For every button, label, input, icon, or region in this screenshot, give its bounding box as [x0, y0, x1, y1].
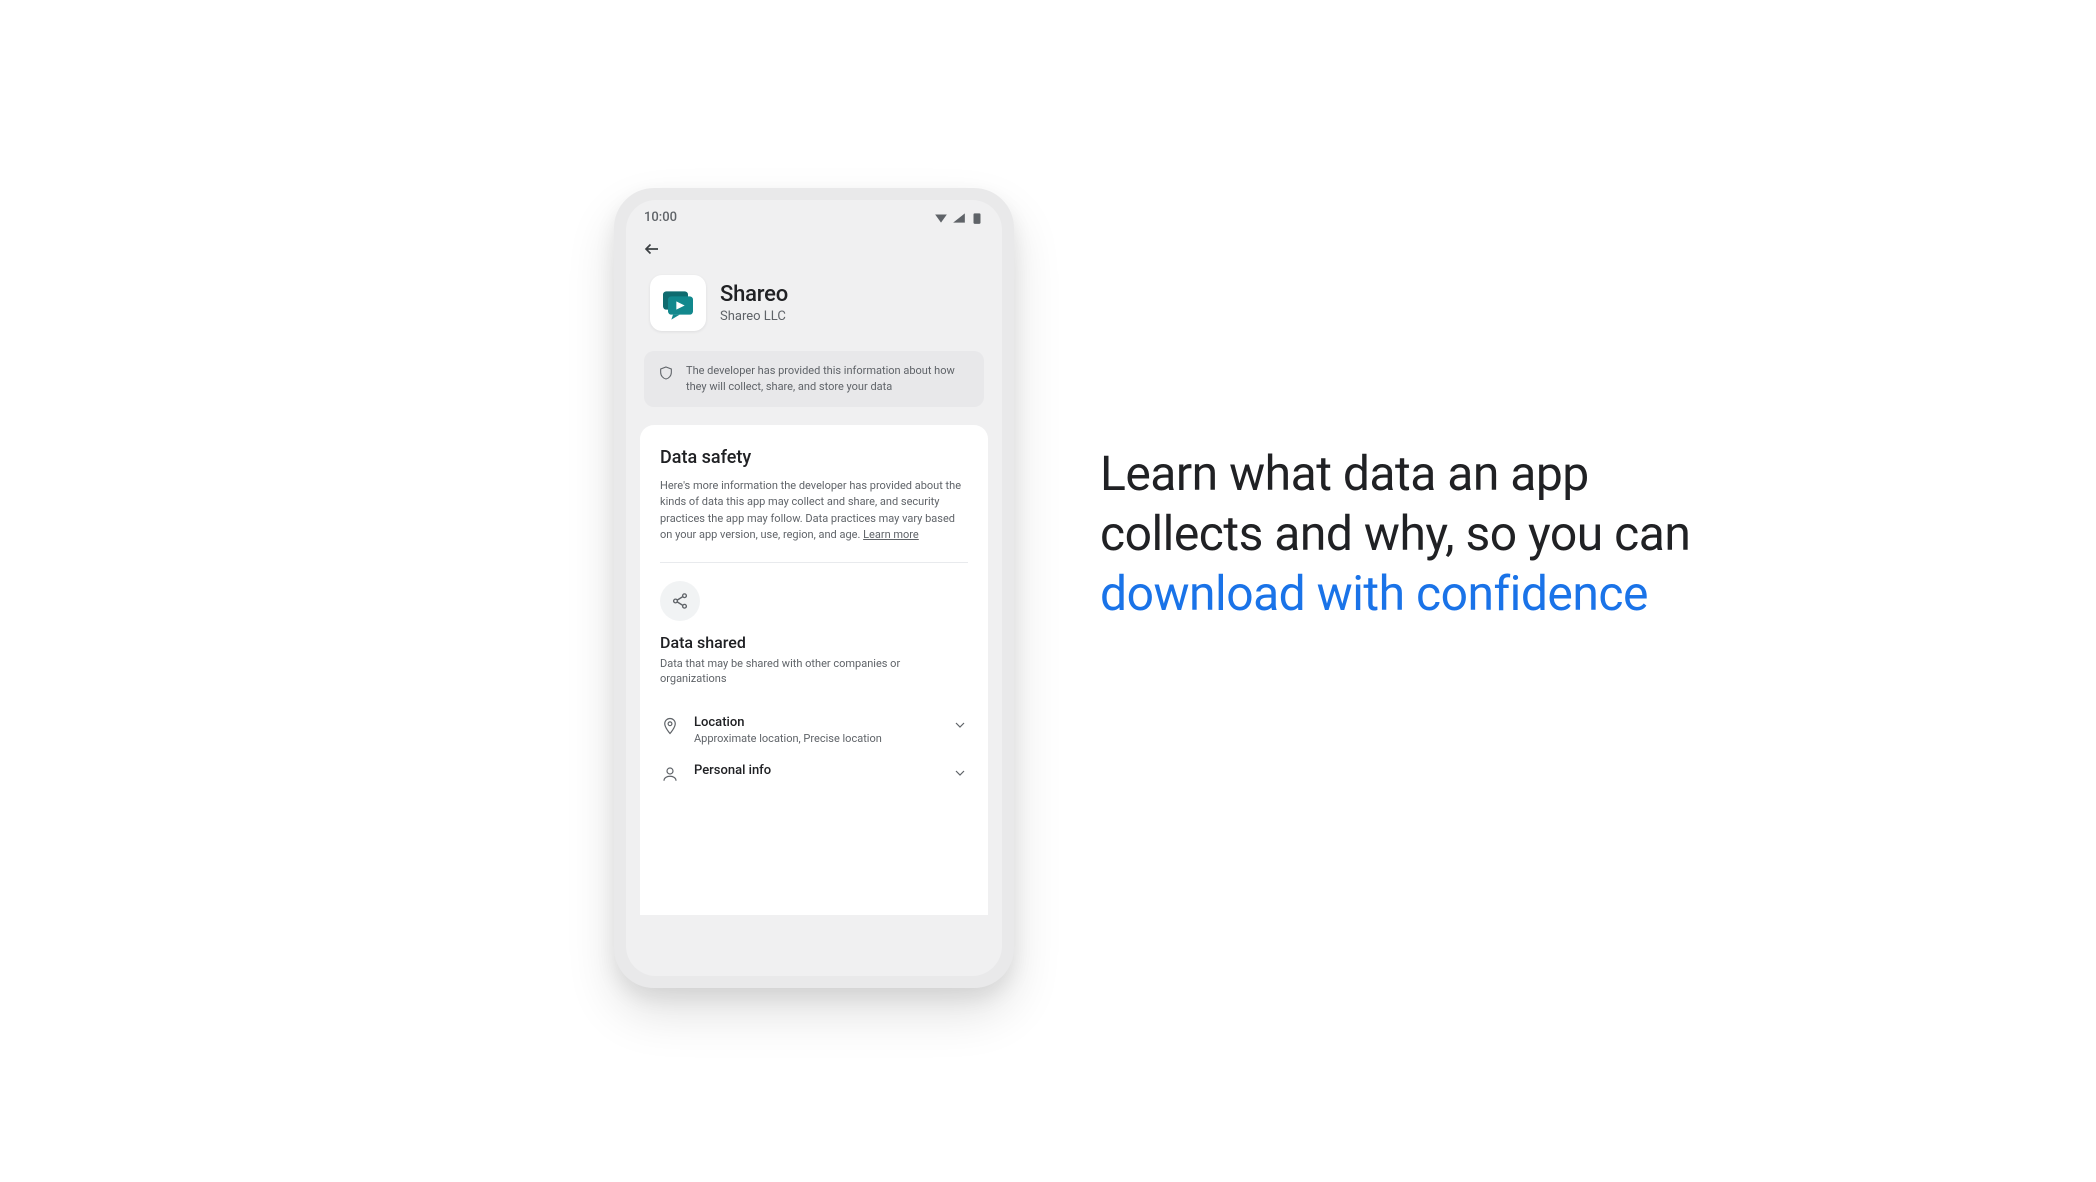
wifi-icon: [934, 211, 948, 225]
marketing-headline: Learn what data an app collects and why,…: [1100, 444, 2000, 624]
shareo-logo-icon: [658, 283, 698, 323]
headline-line-2: collects and why, so you can: [1100, 505, 1690, 562]
row-label: Personal info: [694, 763, 938, 778]
share-icon-circle: [660, 581, 700, 621]
data-shared-title: Data shared: [660, 633, 968, 652]
arrow-left-icon: [643, 240, 661, 258]
data-row-personal-info[interactable]: Personal info: [660, 745, 968, 784]
app-icon: [650, 275, 706, 331]
data-safety-card: Data safety Here's more information the …: [640, 425, 988, 915]
divider: [660, 562, 968, 563]
headline-accent: download with confidence: [1100, 565, 1648, 622]
chevron-down-icon: [952, 717, 968, 733]
row-detail: Approximate location, Precise location: [694, 732, 938, 745]
learn-more-link[interactable]: Learn more: [863, 528, 919, 541]
headline-line-1: Learn what data an app: [1100, 445, 1589, 502]
status-bar: 10:00: [626, 200, 1002, 231]
location-icon: [661, 717, 679, 735]
chevron-down-icon: [952, 765, 968, 781]
data-shared-subtitle: Data that may be shared with other compa…: [660, 656, 968, 687]
info-banner: The developer has provided this informat…: [644, 351, 984, 407]
person-icon: [661, 765, 679, 783]
data-safety-title: Data safety: [660, 447, 968, 468]
app-developer[interactable]: Shareo LLC: [720, 309, 788, 324]
signal-icon: [952, 211, 966, 225]
share-icon: [671, 592, 689, 610]
phone-frame: 10:00: [614, 188, 1014, 988]
data-safety-description: Here's more information the developer ha…: [660, 478, 968, 544]
row-label: Location: [694, 715, 938, 730]
phone-screen: 10:00: [626, 200, 1002, 976]
app-name: Shareo: [720, 282, 788, 307]
status-time: 10:00: [644, 210, 677, 225]
data-row-location[interactable]: Location Approximate location, Precise l…: [660, 703, 968, 745]
back-button[interactable]: [640, 237, 664, 261]
battery-icon: [970, 211, 984, 225]
app-header: Shareo Shareo LLC: [626, 271, 1002, 345]
nav-row: [626, 231, 1002, 271]
shield-icon: [658, 365, 674, 381]
info-banner-text: The developer has provided this informat…: [686, 363, 970, 395]
status-icons: [934, 211, 984, 225]
